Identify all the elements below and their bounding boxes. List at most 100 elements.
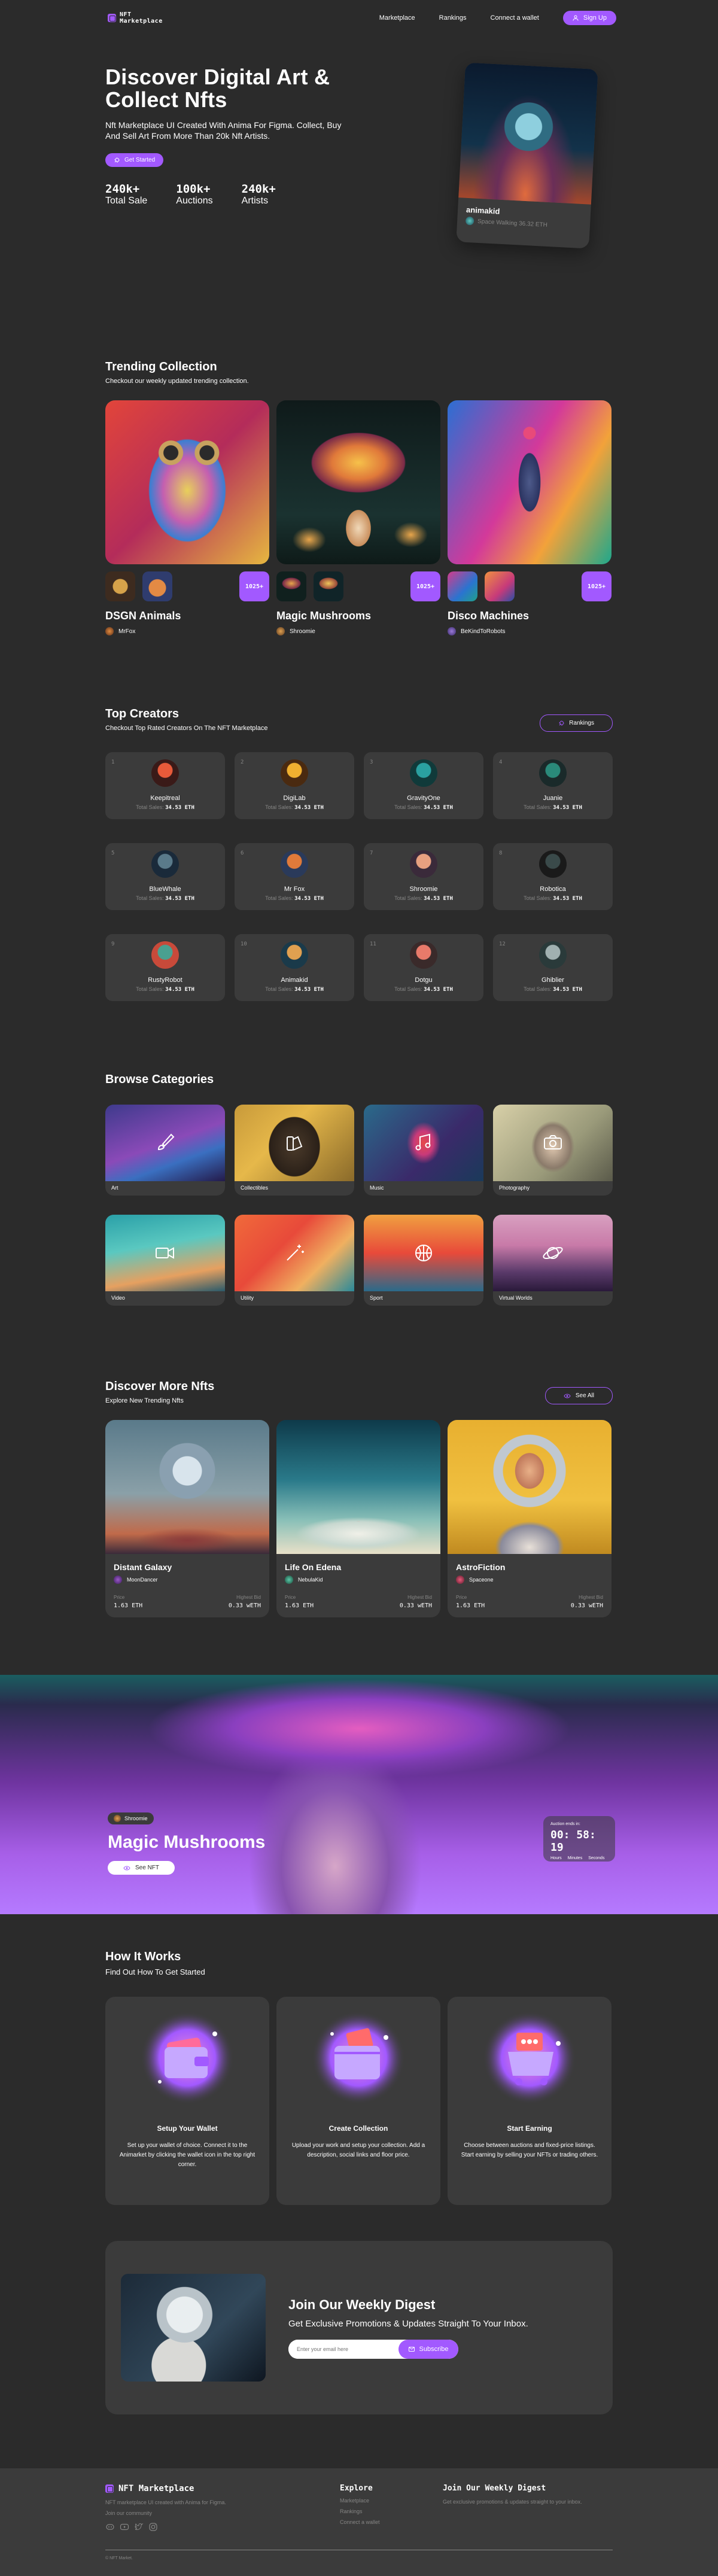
timer-unit-minutes: Minutes: [567, 1856, 583, 1860]
price-label: Price: [285, 1595, 296, 1600]
trending-section: Trending Collection Checkout our weekly …: [0, 251, 718, 635]
creator-card[interactable]: 1 Keepitreal Total Sales: 34.53 ETH: [105, 752, 225, 819]
creators-subtitle: Checkout Top Rated Creators On The NFT M…: [105, 725, 268, 732]
creator-card[interactable]: 7 Shroomie Total Sales: 34.53 ETH: [364, 843, 483, 910]
avatar: [410, 850, 437, 878]
bid-label: Highest Bid: [236, 1595, 261, 1600]
creator-name: DigiLab: [283, 795, 306, 802]
creator-rank: 4: [499, 759, 503, 765]
avatar: [276, 627, 285, 635]
creator-rank: 1: [111, 759, 115, 765]
footer-link-rankings[interactable]: Rankings: [340, 2508, 443, 2514]
category-card-virtual-worlds[interactable]: Virtual Worlds: [493, 1215, 613, 1306]
rankings-button[interactable]: Rankings: [540, 714, 613, 732]
logo[interactable]: NFT Marketplace: [108, 11, 162, 25]
nft-name: Distant Galaxy: [114, 1562, 172, 1572]
category-card-collectibles[interactable]: Collectibles: [235, 1105, 354, 1196]
see-all-button[interactable]: See All: [544, 1387, 613, 1404]
avatar: [151, 850, 179, 878]
nav-link-connect-wallet[interactable]: Connect a wallet: [491, 14, 539, 22]
nft-highest-bid: 0.33 wETH: [399, 1602, 432, 1609]
footer-link-marketplace[interactable]: Marketplace: [340, 2498, 443, 2504]
how-step-title: Create Collection: [328, 2124, 388, 2133]
category-card-photography[interactable]: Photography: [493, 1105, 613, 1196]
avatar: [151, 759, 179, 787]
email-input[interactable]: [288, 2339, 398, 2359]
nav-link-marketplace[interactable]: Marketplace: [379, 14, 415, 22]
collection-card[interactable]: 1025+ Disco Machines BeKindToRobots: [448, 400, 611, 635]
how-step-text: Set up your wallet of choice. Connect it…: [119, 2142, 255, 2168]
nft-artist: Spaceone: [469, 1577, 494, 1583]
basketball-icon: [415, 1245, 432, 1261]
footer-logo[interactable]: NFT Marketplace: [105, 2484, 340, 2493]
collection-more-count[interactable]: 1025+: [582, 571, 611, 601]
collection-card[interactable]: 1025+ DSGN Animals MrFox: [105, 400, 269, 635]
signup-label: Sign Up: [583, 14, 607, 22]
stat-total-sale: 240k+ Total Sale: [105, 183, 147, 206]
highlight-artist-badge[interactable]: Shroomie: [108, 1812, 154, 1824]
signup-button[interactable]: Sign Up: [562, 11, 616, 25]
sales-value: 34.53 ETH: [165, 896, 194, 902]
nft-card[interactable]: Distant Galaxy MoonDancer Price 1.63 ETH …: [105, 1420, 269, 1617]
creator-rank: 11: [370, 941, 376, 947]
weekly-digest-section: Join Our Weekly Digest Get Exclusive Pro…: [0, 2205, 718, 2414]
nft-card[interactable]: Life On Edena NebulaKid Price 1.63 ETH Hi…: [276, 1420, 440, 1617]
top-nav: NFT Marketplace Marketplace Rankings Con…: [0, 0, 718, 36]
nft-card[interactable]: AstroFiction Spaceone Price 1.63 ETH High…: [448, 1420, 611, 1617]
collection-main-image: [105, 400, 269, 564]
collection-more-count[interactable]: 1025+: [410, 571, 440, 601]
discord-icon[interactable]: [105, 2522, 115, 2532]
category-card-video[interactable]: Video: [105, 1215, 225, 1306]
creator-card[interactable]: 3 GravityOne Total Sales: 34.53 ETH: [364, 752, 483, 819]
collection-artist: Shroomie: [290, 628, 315, 635]
creator-card[interactable]: 5 BlueWhale Total Sales: 34.53 ETH: [105, 843, 225, 910]
twitter-icon[interactable]: [134, 2522, 144, 2532]
stat-label: Auctions: [176, 196, 213, 206]
footer-link-connect-wallet[interactable]: Connect a wallet: [340, 2519, 443, 2525]
creator-card[interactable]: 11 Dotgu Total Sales: 34.53 ETH: [364, 934, 483, 1001]
creator-card[interactable]: 12 Ghiblier Total Sales: 34.53 ETH: [493, 934, 613, 1001]
collection-more-count[interactable]: 1025+: [239, 571, 269, 601]
category-card-sport[interactable]: Sport: [364, 1215, 483, 1306]
creator-rank: 10: [241, 941, 247, 947]
rankings-label: Rankings: [569, 720, 594, 726]
nav-link-rankings[interactable]: Rankings: [439, 14, 467, 22]
creator-card[interactable]: 8 Robotica Total Sales: 34.53 ETH: [493, 843, 613, 910]
stat-value: 240k+: [241, 183, 276, 196]
avatar: [151, 941, 179, 969]
category-card-utility[interactable]: Utility: [235, 1215, 354, 1306]
get-started-button[interactable]: Get Started: [105, 153, 164, 167]
category-label: Photography: [499, 1185, 530, 1191]
avatar: [465, 216, 474, 226]
collection-main-image: [276, 400, 440, 564]
sales-value: 34.53 ETH: [165, 805, 194, 811]
creator-card[interactable]: 6 Mr Fox Total Sales: 34.53 ETH: [235, 843, 354, 910]
subscribe-form: Subscribe: [288, 2339, 458, 2359]
featured-nft-card[interactable]: animakid Space Walking 36.32 ETH: [456, 62, 598, 249]
category-label: Utility: [241, 1295, 254, 1301]
category-card-music[interactable]: Music: [364, 1105, 483, 1196]
nft-image: [448, 1420, 611, 1554]
creator-card[interactable]: 2 DigiLab Total Sales: 34.53 ETH: [235, 752, 354, 819]
creator-card[interactable]: 10 Animakid Total Sales: 34.53 ETH: [235, 934, 354, 1001]
sales-value: 34.53 ETH: [424, 805, 453, 811]
instagram-icon[interactable]: [148, 2522, 158, 2532]
subscribe-button[interactable]: Subscribe: [398, 2339, 458, 2359]
creator-card[interactable]: 4 Juanie Total Sales: 34.53 ETH: [493, 752, 613, 819]
sales-label: Total Sales:: [265, 895, 293, 901]
nft-price: 1.63 ETH: [114, 1602, 143, 1609]
how-it-works-section: How It Works Find Out How To Get Started…: [0, 1914, 718, 2205]
youtube-icon[interactable]: [120, 2522, 129, 2532]
avatar: [539, 759, 567, 787]
user-icon: [573, 15, 579, 21]
see-nft-button[interactable]: See NFT: [108, 1861, 175, 1875]
creator-sales: Total Sales: 34.53 ETH: [105, 895, 225, 902]
collection-card[interactable]: 1025+ Magic Mushrooms Shroomie: [276, 400, 440, 635]
creator-card[interactable]: 9 RustyRobot Total Sales: 34.53 ETH: [105, 934, 225, 1001]
top-creators-section: Top Creators Checkout Top Rated Creators…: [0, 635, 718, 1001]
how-subtitle: Find Out How To Get Started: [105, 1967, 205, 1976]
creator-rank: 3: [370, 759, 373, 765]
avatar: [114, 1815, 121, 1822]
category-card-art[interactable]: Art: [105, 1105, 225, 1196]
nft-image: [105, 1420, 269, 1554]
